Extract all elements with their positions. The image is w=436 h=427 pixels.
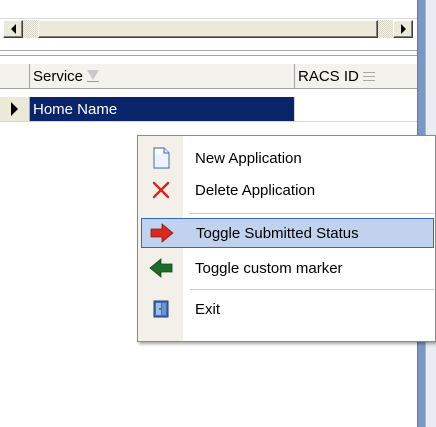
grid-separator [0, 50, 417, 56]
menu-separator [190, 213, 434, 214]
menu-item-toggle-submitted-status[interactable]: Toggle Submitted Status [141, 218, 434, 248]
context-menu: New Application Delete Application Toggl… [137, 135, 436, 342]
new-document-icon [141, 143, 181, 173]
scroll-left-button[interactable] [3, 20, 23, 38]
column-header-label: RACS ID [298, 67, 359, 85]
menu-item-label: Exit [195, 300, 221, 318]
scroll-thumb[interactable] [38, 20, 378, 38]
current-row-arrow-icon [11, 102, 18, 116]
column-header-label: Service [33, 67, 84, 85]
menu-item-label: New Application [195, 149, 302, 167]
cell-service[interactable]: Home Name [30, 97, 295, 121]
red-arrow-icon [142, 218, 182, 248]
scroll-right-button[interactable] [393, 20, 413, 38]
scroll-right-arrow-icon [400, 24, 406, 34]
column-header-service[interactable]: Service [30, 64, 295, 88]
menu-item-label: Toggle Submitted Status [196, 224, 359, 242]
menu-item-label: Delete Application [195, 181, 316, 199]
grid-header: Service RACS ID [0, 64, 417, 89]
horizontal-scrollbar[interactable] [0, 18, 417, 38]
scroll-left-arrow-icon [10, 24, 16, 34]
green-arrow-icon [141, 253, 181, 283]
delete-x-icon [141, 175, 181, 205]
table-row[interactable]: Home Name [0, 97, 417, 122]
row-selector[interactable] [0, 97, 30, 121]
menu-item-exit[interactable]: Exit [141, 294, 434, 324]
menu-item-toggle-custom-marker[interactable]: Toggle custom marker [141, 253, 434, 283]
row-selector-header [0, 64, 30, 88]
column-header-racs-id[interactable]: RACS ID [295, 64, 417, 88]
menu-item-delete-application[interactable]: Delete Application [141, 175, 434, 205]
exit-door-icon [141, 294, 181, 324]
menu-item-label: Toggle custom marker [195, 259, 343, 277]
menu-separator [190, 289, 434, 290]
sort-icon[interactable] [87, 70, 100, 82]
filter-icon[interactable] [362, 71, 375, 81]
cell-racs-id[interactable] [295, 97, 417, 121]
menu-item-new-application[interactable]: New Application [141, 143, 434, 173]
